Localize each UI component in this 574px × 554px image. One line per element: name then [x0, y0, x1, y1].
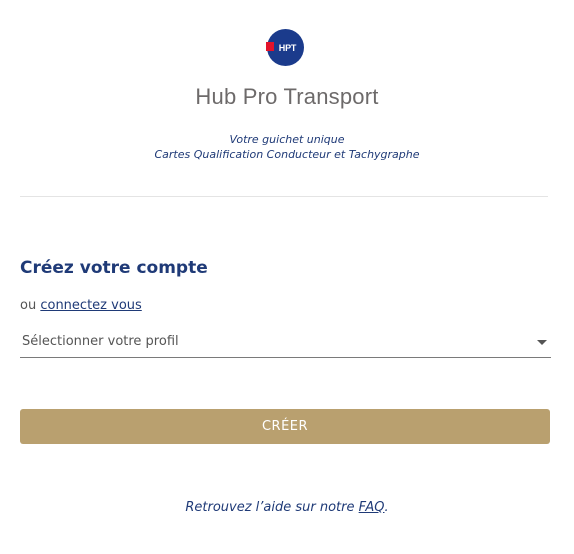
logo-text: HPT [278, 42, 297, 53]
help-text: Retrouvez l’aide sur notre [185, 500, 355, 515]
app-title: Hub Pro Transport [195, 84, 379, 109]
tagline-line-1: Votre guichet unique [229, 133, 345, 146]
tagline-line-2: Cartes Qualification Conducteur et Tachy… [154, 148, 420, 161]
profile-select[interactable]: Sélectionner votre profil [20, 330, 551, 358]
profile-select-value: Sélectionner votre profil [22, 334, 179, 349]
flag-icon [266, 42, 274, 51]
login-line: ou connectez vous [20, 298, 142, 313]
login-prefix: ou [20, 298, 37, 313]
hpt-logo: HPT [266, 29, 304, 66]
divider [20, 196, 548, 197]
faq-link[interactable]: FAQ [359, 500, 385, 515]
help-line: Retrouvez l’aide sur notre FAQ. [0, 500, 574, 515]
form-title: Créez votre compte [20, 258, 208, 278]
create-account-button[interactable]: CRÉER [20, 409, 550, 444]
login-link[interactable]: connectez vous [40, 298, 141, 313]
help-suffix: . [384, 500, 389, 515]
caret-down-icon[interactable] [537, 340, 547, 345]
